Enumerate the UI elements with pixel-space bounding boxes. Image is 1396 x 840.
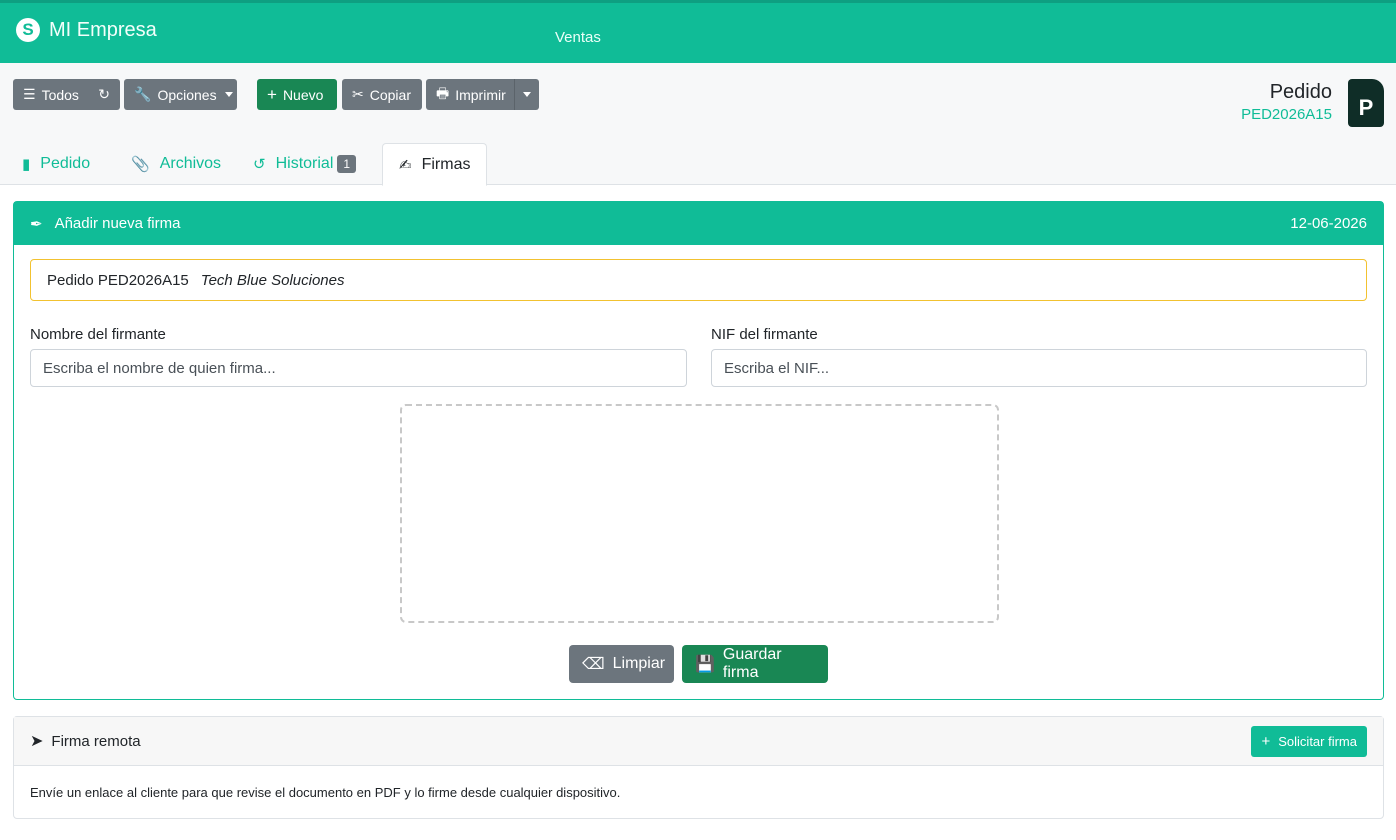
tab-label: Historial — [275, 155, 334, 172]
save-signature-button[interactable]: 💾 Guardar firma — [682, 645, 828, 683]
brand-name: MI Empresa — [49, 18, 157, 41]
tab-firmas[interactable]: ✍ Firmas — [382, 143, 488, 186]
opciones-label: Opciones — [157, 86, 217, 103]
save-label: Guardar firma — [722, 646, 782, 681]
document-file-icon: P — [1348, 79, 1384, 127]
tab-pedido[interactable]: ▮ Pedido — [22, 143, 90, 185]
brand-logo-icon: S — [16, 18, 40, 42]
top-navbar: S MI Empresa Ventas — [0, 0, 1396, 63]
scissors-icon: ✂ — [352, 86, 364, 102]
history-count-badge: 1 — [337, 155, 357, 173]
document-icon-letter: P — [1358, 95, 1374, 120]
imprimir-button[interactable]: 🖶 Imprimir — [426, 79, 514, 110]
tab-bar: ▮ Pedido 📎 Archivos ↺ Historial 1 ✍ Firm… — [0, 143, 1396, 186]
refresh-icon: ↻ — [98, 86, 110, 102]
copiar-label: Copiar — [369, 86, 411, 103]
document-type: Pedido — [1269, 81, 1332, 103]
tab-label: Pedido — [40, 155, 91, 172]
signer-name-input[interactable] — [30, 349, 687, 387]
remote-signature-description: Envíe un enlace al cliente para que revi… — [30, 785, 621, 800]
list-icon: ☰ — [23, 86, 36, 102]
signature-date: 12-06-2026 — [1290, 215, 1367, 232]
printer-icon: 🖶 — [436, 84, 450, 101]
client-name: Tech Blue Soluciones — [200, 271, 345, 289]
nuevo-button[interactable]: + Nuevo — [257, 79, 337, 110]
tab-historial[interactable]: ↺ Historial 1 — [253, 143, 357, 185]
eraser-icon: ⌫ — [582, 656, 605, 673]
todos-button[interactable]: ☰ Todos ↻ — [13, 79, 120, 110]
remote-signature-title: Firma remota — [51, 732, 141, 750]
tab-label: Firmas — [421, 155, 471, 173]
chevron-down-icon — [523, 92, 531, 97]
new-signature-title: Añadir nueva firma — [54, 215, 181, 232]
tab-archivos[interactable]: 📎 Archivos — [131, 143, 221, 185]
plus-icon: + — [267, 84, 277, 104]
paperclip-icon: 📎 — [131, 156, 150, 173]
document-label: Pedido PED2026A15 — [47, 271, 189, 289]
save-icon: 💾 — [695, 656, 715, 673]
new-signature-header: ✒ Añadir nueva firma 12-06-2026 — [14, 202, 1383, 245]
clear-button[interactable]: ⌫ Limpiar — [569, 645, 674, 683]
signature-pad[interactable] — [400, 404, 999, 623]
document-title: Pedido PED2026A15 — [1241, 81, 1332, 123]
copiar-button[interactable]: ✂ Copiar — [342, 79, 422, 110]
document-info-box: Pedido PED2026A15 Tech Blue Soluciones — [30, 259, 1367, 301]
brand[interactable]: S MI Empresa — [16, 18, 157, 42]
opciones-button[interactable]: 🔧 Opciones — [124, 79, 237, 110]
tab-label: Archivos — [159, 155, 222, 172]
file-icon: ▮ — [22, 156, 31, 173]
history-icon: ↺ — [253, 156, 266, 173]
document-code: PED2026A15 — [1241, 106, 1332, 123]
remote-signature-card: ➤ Firma remota + Solicitar firma Envíe u… — [13, 716, 1384, 819]
nuevo-label: Nuevo — [282, 86, 324, 103]
paper-plane-icon: ➤ — [30, 733, 44, 750]
chevron-down-icon — [224, 92, 233, 97]
nav-link-ventas[interactable]: Ventas — [555, 29, 601, 46]
signer-nif-input[interactable] — [711, 349, 1367, 387]
todos-label: Todos — [41, 86, 79, 103]
remote-signature-header: ➤ Firma remota + Solicitar firma — [14, 717, 1383, 766]
clear-label: Limpiar — [612, 655, 666, 672]
new-signature-card: ✒ Añadir nueva firma 12-06-2026 Pedido P… — [13, 201, 1384, 700]
signer-name-label: Nombre del firmante — [30, 326, 166, 343]
imprimir-dropdown-toggle[interactable] — [514, 79, 539, 110]
wrench-icon: 🔧 — [134, 86, 152, 102]
signer-nif-label: NIF del firmante — [711, 326, 818, 343]
pen-fancy-icon: ✒ — [30, 215, 43, 233]
request-signature-label: Solicitar firma — [1278, 734, 1357, 749]
imprimir-label: Imprimir — [455, 86, 506, 103]
signature-icon: ✍ — [399, 156, 412, 174]
request-signature-button[interactable]: + Solicitar firma — [1251, 726, 1367, 757]
plus-icon: + — [1261, 733, 1271, 750]
